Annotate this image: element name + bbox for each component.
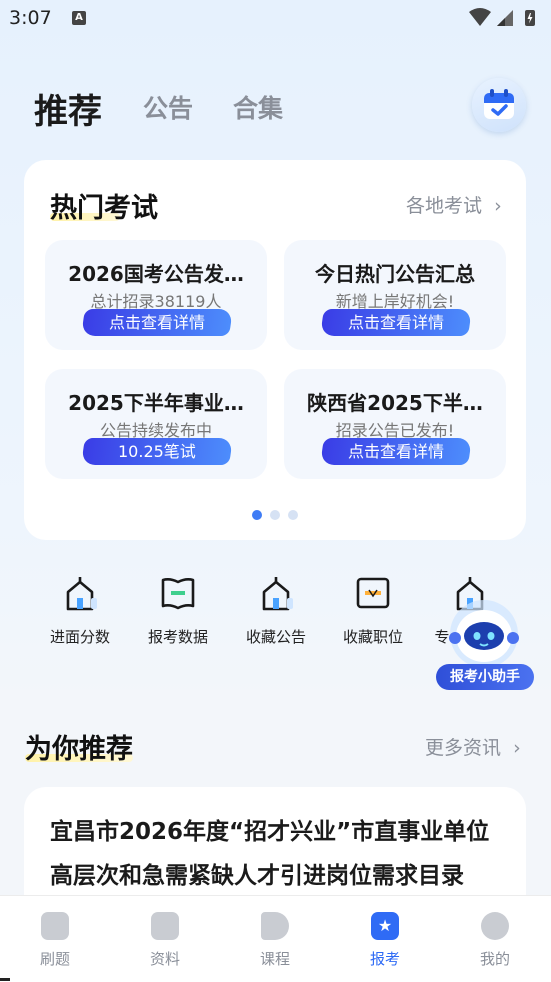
accessibility-icon: A [72, 11, 86, 25]
exam-tile[interactable]: 2026国考公告发… 总计招录38119人 点击查看详情 [45, 240, 267, 350]
nav-label: 我的 [479, 950, 510, 968]
more-news-link[interactable]: 更多资讯 › [425, 733, 521, 760]
nav-item-apply[interactable]: ★ 报考 [330, 896, 440, 982]
local-exams-label: 各地考试 [406, 195, 483, 217]
quick-entry-label: 收藏职位 [342, 628, 403, 646]
nav-label: 课程 [259, 950, 290, 968]
view-details-button[interactable]: 点击查看详情 [320, 309, 472, 336]
bottom-nav: 刷题 资料 课程 ★ 报考 我的 [0, 895, 551, 982]
view-details-label: 点击查看详情 [108, 313, 205, 332]
status-icons [469, 8, 535, 26]
hot-exams-title: 热门考试 [50, 193, 158, 224]
exam-date-button[interactable]: 10.25笔试 [81, 438, 233, 465]
school-icon [262, 577, 293, 611]
assistant-label: 报考小助手 [436, 664, 534, 690]
quick-entry-label: 收藏公告 [245, 628, 306, 646]
page-dot [270, 510, 280, 520]
quick-entry-interview-score[interactable]: 进面分数 [40, 576, 120, 656]
nav-item-profile[interactable]: 我的 [440, 896, 550, 982]
briefcase-icon [356, 577, 390, 609]
document-icon [151, 912, 179, 940]
exam-tile[interactable]: 陕西省2025下半… 招录公告已发布! 点击查看详情 [284, 369, 506, 479]
view-details-label: 点击查看详情 [347, 313, 444, 332]
exam-tile[interactable]: 2025下半年事业… 公告持续发布中 10.25笔试 [45, 369, 267, 479]
quick-entry-saved-announcements[interactable]: 收藏公告 [236, 576, 316, 656]
quick-entry-label: 进面分数 [49, 628, 110, 646]
exam-tile-title: 2025下半年事业… [68, 391, 244, 415]
nav-item-materials[interactable]: 资料 [110, 896, 220, 982]
tab-recommend[interactable]: 推荐 [34, 84, 102, 133]
tab-announcement[interactable]: 公告 [143, 89, 193, 125]
nav-item-practice[interactable]: 刷题 [0, 896, 110, 982]
star-icon: ★ [371, 912, 399, 940]
page-dot-active [252, 510, 262, 520]
exam-date-label: 10.25笔试 [118, 442, 196, 461]
exam-tile-title: 陕西省2025下半… [307, 391, 483, 415]
local-exams-link[interactable]: 各地考试 › [406, 191, 502, 218]
face-icon [481, 912, 509, 940]
exam-tile-title: 今日热门公告汇总 [315, 262, 475, 286]
view-details-button[interactable]: 点击查看详情 [81, 309, 233, 336]
exam-tile-title: 2026国考公告发… [68, 262, 244, 286]
school-icon [66, 577, 97, 611]
chevron-right-icon: › [513, 737, 521, 759]
page-dot [288, 510, 298, 520]
robot-icon [449, 600, 519, 668]
calendar-icon [484, 89, 514, 119]
assistant-button[interactable]: 报考小助手 [436, 598, 536, 694]
play-icon [261, 912, 289, 940]
view-details-button[interactable]: 点击查看详情 [320, 438, 472, 465]
nav-label: 报考 [369, 950, 400, 968]
status-time: 3:07 [9, 7, 52, 29]
view-details-label: 点击查看详情 [347, 442, 444, 461]
quick-entry-saved-positions[interactable]: 收藏职位 [333, 576, 413, 656]
quick-entry-apply-data[interactable]: 报考数据 [138, 576, 218, 656]
chevron-right-icon: › [494, 195, 502, 217]
pen-icon [41, 912, 69, 940]
nav-item-courses[interactable]: 课程 [220, 896, 330, 982]
calendar-button[interactable] [472, 78, 526, 132]
article-title[interactable]: 宜昌市2026年度“招才兴业”市直事业单位高层次和急需紧缺人才引进岗位需求目录 [50, 810, 510, 898]
more-news-label: 更多资讯 [425, 737, 502, 759]
quick-entry-label: 报考数据 [147, 628, 208, 646]
nav-label: 刷题 [39, 950, 70, 968]
wifi-icon [469, 8, 491, 26]
nav-label: 资料 [149, 950, 180, 968]
book-icon [161, 578, 195, 610]
tab-collection[interactable]: 合集 [233, 89, 283, 125]
exam-tile[interactable]: 今日热门公告汇总 新增上岸好机会! 点击查看详情 [284, 240, 506, 350]
recommend-title: 为你推荐 [25, 734, 133, 765]
